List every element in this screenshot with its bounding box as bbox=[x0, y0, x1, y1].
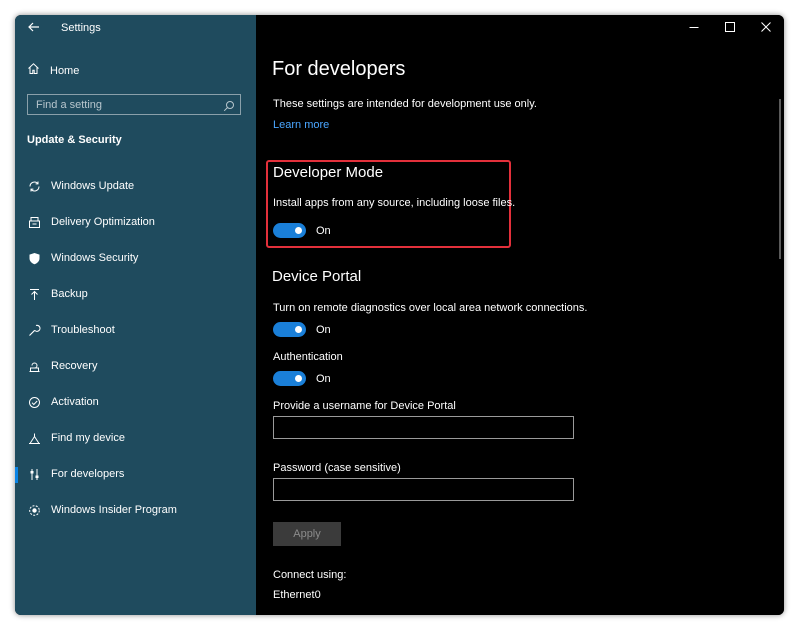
developer-mode-toggle[interactable] bbox=[273, 223, 306, 238]
insider-icon bbox=[27, 503, 41, 517]
main-content: For developers These settings are intend… bbox=[256, 15, 784, 615]
sidebar-item-backup[interactable]: Backup bbox=[15, 276, 256, 312]
backup-arrow-icon bbox=[27, 287, 41, 301]
toggle-knob bbox=[295, 326, 302, 333]
username-label: Provide a username for Device Portal bbox=[273, 400, 456, 412]
sidebar-item-label: For developers bbox=[51, 468, 125, 480]
recovery-icon bbox=[27, 359, 41, 373]
connect-using-label: Connect using: bbox=[273, 569, 347, 581]
section-title: Update & Security bbox=[27, 134, 122, 146]
sidebar-item-windows-security[interactable]: Windows Security bbox=[15, 240, 256, 276]
authentication-label: Authentication bbox=[273, 351, 343, 363]
remote-diagnostics-toggle-label: On bbox=[316, 323, 331, 336]
apply-button[interactable]: Apply bbox=[273, 522, 341, 546]
sidebar-item-activation[interactable]: Activation bbox=[15, 384, 256, 420]
home-nav-item[interactable]: Home bbox=[27, 61, 79, 81]
scrollbar[interactable] bbox=[779, 99, 781, 259]
home-label: Home bbox=[50, 65, 80, 77]
remote-diagnostics-toggle[interactable] bbox=[273, 322, 306, 337]
sidebar-item-label: Activation bbox=[51, 396, 99, 408]
sidebar-item-find-my-device[interactable]: Find my device bbox=[15, 420, 256, 456]
username-field[interactable] bbox=[273, 416, 574, 439]
close-button[interactable] bbox=[748, 15, 784, 41]
sidebar-item-label: Find my device bbox=[51, 432, 125, 444]
developer-mode-toggle-label: On bbox=[316, 224, 331, 237]
refresh-icon bbox=[27, 179, 41, 193]
remote-diagnostics-label: Turn on remote diagnostics over local ar… bbox=[273, 302, 588, 314]
authentication-toggle[interactable] bbox=[273, 371, 306, 386]
sidebar-item-windows-insider-program[interactable]: Windows Insider Program bbox=[15, 492, 256, 528]
developer-mode-heading: Developer Mode bbox=[273, 164, 384, 181]
developer-sliders-icon bbox=[27, 467, 41, 481]
sidebar-item-label: Windows Insider Program bbox=[51, 504, 177, 516]
title-bar: Settings bbox=[15, 15, 256, 41]
home-icon bbox=[27, 62, 40, 80]
minimize-icon bbox=[689, 19, 699, 37]
delivery-optimization-icon bbox=[27, 215, 41, 229]
remote-diagnostics-toggle-row: On bbox=[273, 322, 331, 337]
sidebar-item-for-developers[interactable]: For developers bbox=[15, 456, 256, 492]
sidebar-item-label: Windows Update bbox=[51, 180, 135, 192]
page-title: For developers bbox=[272, 58, 406, 80]
maximize-icon bbox=[725, 19, 735, 37]
app-title: Settings bbox=[61, 22, 101, 34]
sidebar-nav: Windows Update Delivery Optimization Win… bbox=[15, 168, 256, 528]
shield-icon bbox=[27, 251, 41, 265]
settings-window: Settings Home Find a setting Update & Se… bbox=[15, 15, 784, 615]
device-portal-heading: Device Portal bbox=[272, 268, 362, 285]
window-controls bbox=[676, 15, 784, 41]
toggle-knob bbox=[295, 227, 302, 234]
learn-more-link[interactable]: Learn more bbox=[273, 119, 329, 131]
search-placeholder: Find a setting bbox=[36, 99, 103, 111]
sidebar-item-label: Troubleshoot bbox=[51, 324, 115, 336]
sidebar-item-windows-update[interactable]: Windows Update bbox=[15, 168, 256, 204]
intro-text: These settings are intended for developm… bbox=[273, 98, 537, 110]
wrench-icon bbox=[27, 323, 41, 337]
minimize-button[interactable] bbox=[676, 15, 712, 41]
authentication-toggle-row: On bbox=[273, 371, 331, 386]
toggle-knob bbox=[295, 375, 302, 382]
connect-using-value: Ethernet0 bbox=[273, 589, 321, 601]
developer-mode-description: Install apps from any source, including … bbox=[273, 197, 516, 209]
back-arrow-icon[interactable] bbox=[27, 20, 41, 34]
find-device-icon bbox=[27, 431, 41, 445]
search-icon[interactable] bbox=[223, 99, 235, 112]
sidebar-item-recovery[interactable]: Recovery bbox=[15, 348, 256, 384]
sidebar-item-label: Windows Security bbox=[51, 252, 139, 264]
close-icon bbox=[761, 19, 771, 37]
password-field[interactable] bbox=[273, 478, 574, 501]
sidebar: Settings Home Find a setting Update & Se… bbox=[15, 15, 256, 615]
sidebar-item-delivery-optimization[interactable]: Delivery Optimization bbox=[15, 204, 256, 240]
sidebar-item-label: Recovery bbox=[51, 360, 98, 372]
activation-check-icon bbox=[27, 395, 41, 409]
sidebar-item-label: Backup bbox=[51, 288, 88, 300]
sidebar-item-label: Delivery Optimization bbox=[51, 216, 155, 228]
search-input[interactable]: Find a setting bbox=[27, 94, 241, 115]
maximize-button[interactable] bbox=[712, 15, 748, 41]
developer-mode-toggle-row: On bbox=[273, 223, 331, 238]
password-label: Password (case sensitive) bbox=[273, 462, 401, 474]
authentication-toggle-label: On bbox=[316, 372, 331, 385]
sidebar-item-troubleshoot[interactable]: Troubleshoot bbox=[15, 312, 256, 348]
